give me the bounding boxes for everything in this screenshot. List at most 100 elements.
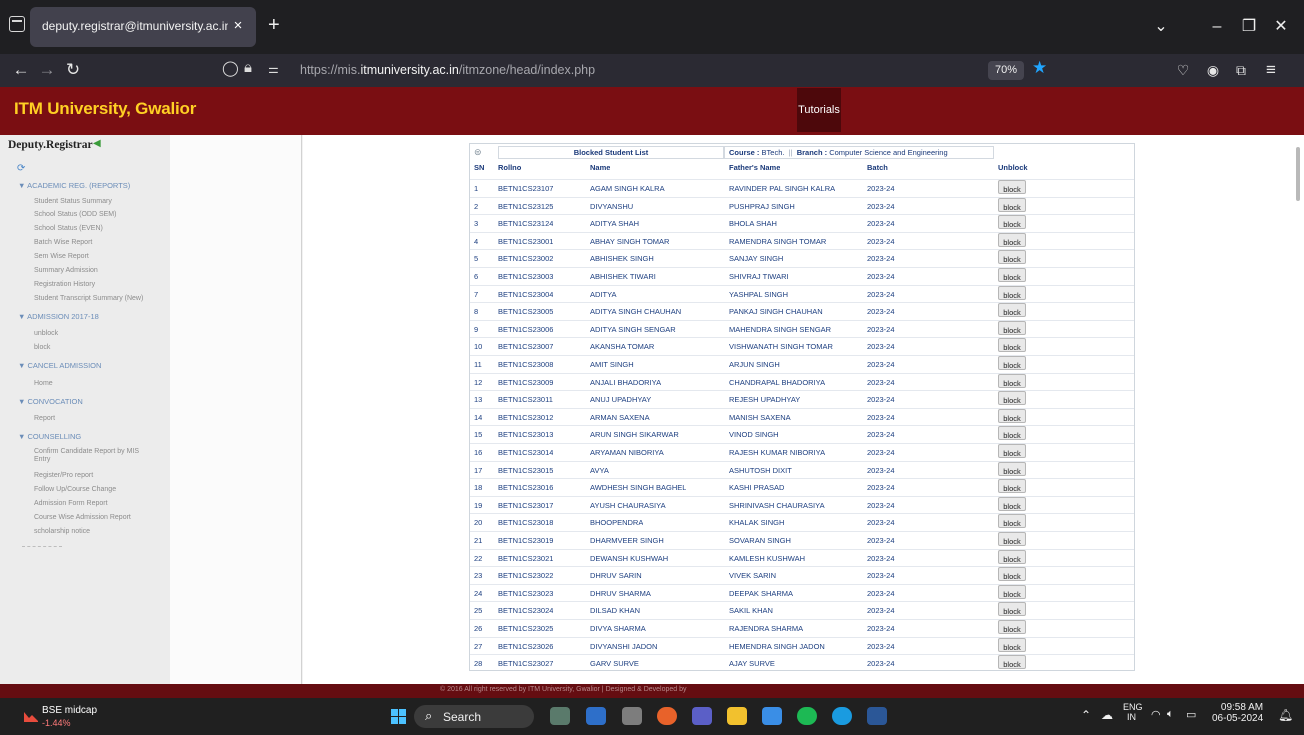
menu-icon[interactable]: ≡ [1258,57,1284,83]
extensions-icon[interactable]: ⧉ [1228,57,1254,83]
reload-icon[interactable]: ↻ [60,57,86,83]
list-tabs-button[interactable]: ⌄ [1146,12,1176,42]
file-explorer-icon[interactable] [727,707,747,725]
block-button[interactable]: block [998,567,1026,582]
block-button[interactable]: block [998,620,1026,634]
block-button[interactable]: block [998,373,1026,388]
print-icon[interactable]: ⊜ [474,147,482,158]
word-icon[interactable] [867,707,887,725]
clock[interactable]: 09:58 AM 06-05-2024 [1212,702,1263,724]
block-button[interactable]: block [998,180,1026,194]
wifi-icon[interactable]: ◠ [1151,708,1161,721]
tutorials-link[interactable]: Tutorials [797,88,841,132]
sidebar-item-sem-wise-report[interactable]: Sem Wise Report [34,253,89,260]
sidebar-item-course-wise-admission-report[interactable]: Course Wise Admission Report [34,514,131,521]
block-button[interactable]: block [998,602,1026,617]
onedrive-icon[interactable]: ☁ [1101,708,1113,722]
sidebar-item-school-status-even[interactable]: School Status (EVEN) [34,225,103,232]
firefox-icon[interactable] [657,707,677,725]
spotify-icon[interactable] [797,707,817,725]
block-button[interactable]: block [998,250,1026,265]
tab-close-icon[interactable]: × [228,16,248,36]
tray-chevron-icon[interactable]: ⌃ [1081,708,1091,722]
section-academic-reg[interactable]: ▼ ACADEMIC REG. (REPORTS) [18,181,130,190]
refresh-icon[interactable]: ⟳ [17,163,25,174]
sidebar-item-home[interactable]: Home [34,380,53,387]
block-button[interactable]: block [998,320,1026,335]
block-button[interactable]: block [998,408,1026,423]
block-button[interactable]: block [998,232,1026,247]
minimize-button[interactable]: – [1202,12,1232,42]
block-button[interactable]: block [998,268,1026,282]
sidebar-item-scholarship-notice[interactable]: scholarship notice [34,528,90,535]
sidebar-item-report[interactable]: Report [34,415,55,422]
block-button[interactable]: block [998,303,1026,318]
windows-start-icon[interactable] [391,709,406,724]
forward-arrow-icon[interactable]: → [34,57,60,83]
pocket-icon[interactable]: ♡ [1170,57,1196,83]
sidebar-item-student-status-summary[interactable]: Student Status Summary [34,198,112,205]
widgets-app-icon[interactable] [550,707,570,725]
section-convocation[interactable]: ▼ CONVOCATION [18,397,83,406]
sidebar-item-school-status-odd[interactable]: School Status (ODD SEM) [34,211,116,218]
new-tab-button[interactable]: + [268,15,280,35]
cell-fathers-name: RAMENDRA SINGH TOMAR [729,236,827,246]
teams-icon[interactable] [692,707,712,725]
block-button[interactable]: block [998,514,1026,529]
permissions-icon[interactable]: ⚌ [268,62,279,76]
sidebar-item-summary-admission[interactable]: Summary Admission [34,267,98,274]
stock-widget-name[interactable]: BSE midcap [42,705,97,716]
sidebar-item-batch-wise-report[interactable]: Batch Wise Report [34,239,92,246]
address-bar[interactable]: ◯ 🔒︎ ⚌ https://mis.itmuniversity.ac.in/i… [222,56,1064,85]
block-button[interactable]: block [998,637,1026,652]
sidebar-item-register-pro-report[interactable]: Register/Pro report [34,472,93,479]
university-brand[interactable]: ITM University, Gwalior [14,99,196,119]
block-button[interactable]: block [998,356,1026,370]
language-indicator[interactable]: ENG IN [1123,702,1143,722]
block-button[interactable]: block [998,461,1026,476]
sidebar-item-student-transcript-summary[interactable]: Student Transcript Summary (New) [34,295,143,302]
close-window-button[interactable]: ✕ [1266,12,1296,42]
block-button[interactable]: block [998,391,1026,406]
task-view-app-icon[interactable] [586,707,606,725]
taskbar-search[interactable]: ⌕ Search [414,705,534,728]
block-button[interactable]: block [998,584,1026,599]
user-menu-icon[interactable]: ◀ [93,138,101,149]
sidebar-item-follow-up-course-change[interactable]: Follow Up/Course Change [34,486,116,493]
block-button[interactable]: block [998,426,1026,441]
page-scrollbar[interactable] [1296,147,1300,201]
sidebar-item-block[interactable]: block [34,344,50,351]
block-button[interactable]: block [998,532,1026,546]
restore-button[interactable]: ❐ [1234,12,1264,42]
lock-icon[interactable]: 🔒︎ [244,59,252,76]
section-counselling[interactable]: ▼ COUNSELLING [18,432,81,441]
block-button[interactable]: block [998,197,1026,212]
volume-icon[interactable]: 🔈︎ [1167,708,1174,721]
section-cancel-admission[interactable]: ▼ CANCEL ADMISSION [18,361,101,370]
block-button[interactable]: block [998,479,1026,494]
block-button[interactable]: block [998,444,1026,458]
block-button[interactable]: block [998,338,1026,353]
tab-overview-icon[interactable] [9,16,25,32]
section-admission-2017-18[interactable]: ▼ ADMISSION 2017-18 [18,312,99,321]
browser-tab[interactable]: deputy.registrar@itmuniversity.ac.in × [30,7,256,47]
zoom-level[interactable]: 70% [988,61,1024,80]
edge-icon[interactable] [832,707,852,725]
account-icon[interactable]: ◉ [1200,57,1226,83]
block-button[interactable]: block [998,655,1026,670]
back-arrow-icon[interactable]: ← [8,57,34,83]
sidebar-item-admission-form-report[interactable]: Admission Form Report [34,500,108,507]
sidebar-item-confirm-candidate-report[interactable]: Confirm Candidate Report by MIS Entry [34,448,154,464]
store-icon[interactable] [762,707,782,725]
block-button[interactable]: block [998,496,1026,511]
shield-icon[interactable]: ◯ [222,59,239,77]
app-icon[interactable] [622,707,642,725]
block-button[interactable]: block [998,285,1026,300]
sidebar-item-registration-history[interactable]: Registration History [34,281,95,288]
battery-icon[interactable]: ▭ [1186,708,1196,721]
block-button[interactable]: block [998,215,1026,230]
sidebar-item-unblock[interactable]: unblock [34,330,58,337]
bookmark-star-icon[interactable]: ★ [1032,58,1047,78]
block-button[interactable]: block [998,549,1026,564]
notification-bell-icon[interactable]: 🔔︎ [1278,708,1293,722]
